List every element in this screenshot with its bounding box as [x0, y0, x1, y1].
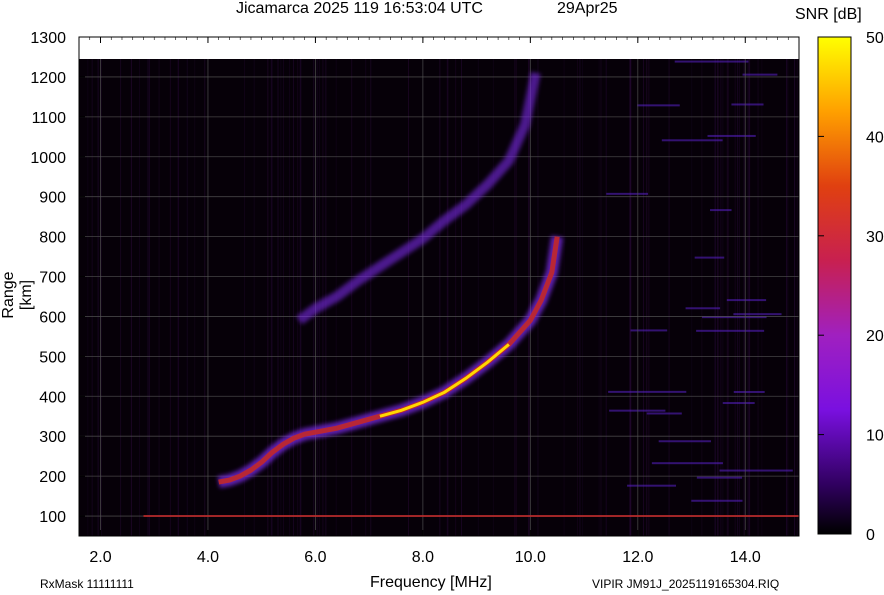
y-tick-label: 1300 — [30, 30, 66, 47]
x-tick-label: 10.0 — [515, 549, 546, 566]
colorbar-tick-label: 30 — [866, 229, 884, 246]
colorbar-tick-label: 10 — [866, 428, 884, 445]
ionogram-chart: 2.0 4.0 6.0 8.0 10.0 12.0 14.0 100200300400500… — [30, 30, 884, 566]
x-tick-label: 12.0 — [622, 549, 653, 566]
y-tick-label: 700 — [39, 270, 66, 287]
colorbar-tick-label: 50 — [866, 30, 884, 47]
y-tick-label: 1200 — [30, 70, 66, 87]
x-tick-label: 6.0 — [304, 549, 326, 566]
x-tick-label: 4.0 — [197, 549, 219, 566]
x-tick-label: 2.0 — [89, 549, 111, 566]
y-tick-label: 600 — [39, 309, 66, 326]
colorbar-tick-label: 20 — [866, 328, 884, 345]
y-tick-label: 400 — [39, 389, 66, 406]
colorbar — [817, 36, 852, 535]
y-tick-label: 900 — [39, 190, 66, 207]
colorbar-tick-label: 40 — [866, 129, 884, 146]
colorbar-tick-label: 0 — [866, 527, 875, 544]
y-tick-label: 1000 — [30, 150, 66, 167]
x-tick-label: 8.0 — [412, 549, 434, 566]
y-tick-label: 100 — [39, 509, 66, 526]
y-tick-label: 800 — [39, 230, 66, 247]
y-tick-label: 1100 — [32, 110, 67, 127]
x-tick-label: 14.0 — [730, 549, 761, 566]
y-tick-label: 500 — [39, 349, 66, 366]
y-tick-label: 300 — [39, 429, 66, 446]
y-tick-label: 200 — [39, 469, 66, 486]
